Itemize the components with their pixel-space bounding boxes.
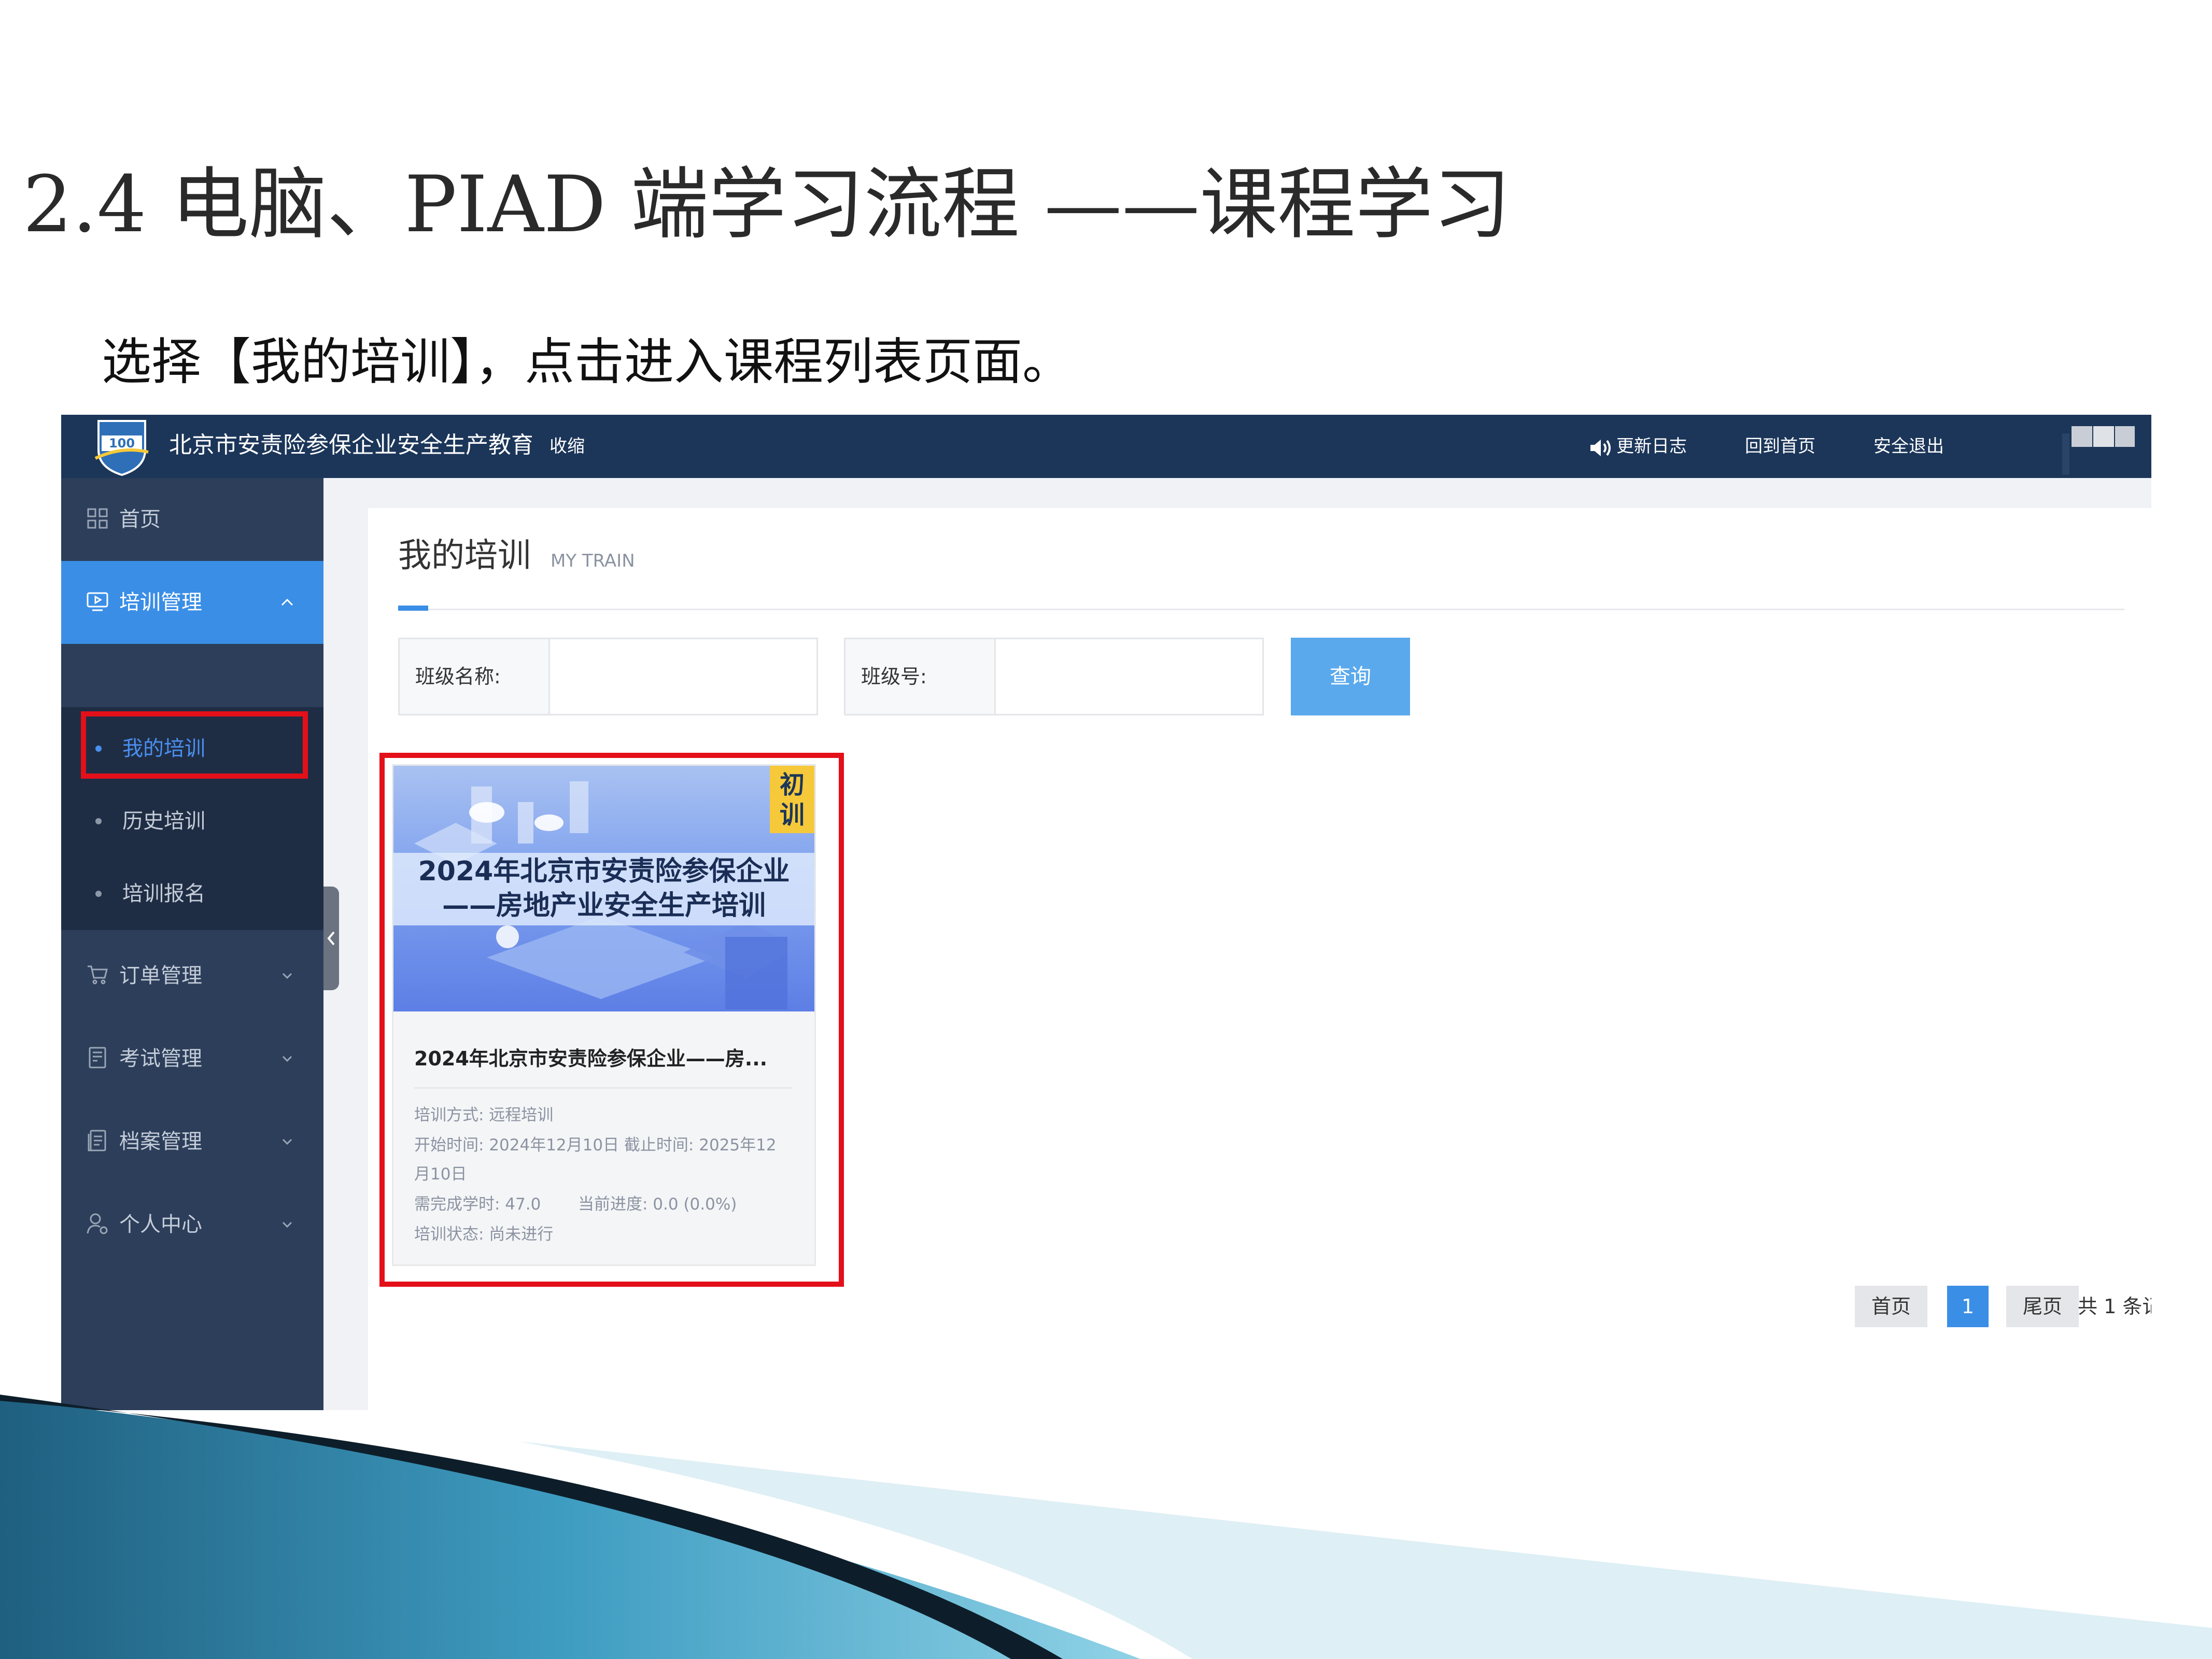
highlight-frame-my-training bbox=[81, 711, 308, 779]
query-button[interactable]: 查询 bbox=[1291, 638, 1410, 715]
sidebar-item-label: 订单管理 bbox=[119, 964, 202, 988]
exam-icon bbox=[86, 1046, 109, 1069]
pager-total: 共 1 条记录 bbox=[2078, 1295, 2151, 1318]
class-no-field: 班级号: bbox=[844, 638, 1264, 715]
class-no-input[interactable] bbox=[999, 639, 1258, 714]
pager-first-button[interactable]: 首页 bbox=[1855, 1286, 1927, 1327]
logout-link[interactable]: 安全退出 bbox=[1873, 430, 1944, 462]
class-no-label: 班级号: bbox=[846, 639, 996, 714]
monitor-play-icon bbox=[86, 590, 109, 613]
sidebar-subitem-training-signup[interactable]: 培训报名 bbox=[61, 857, 323, 930]
sidebar-item-exams[interactable]: 考试管理 bbox=[61, 1017, 323, 1100]
sidebar-item-orders[interactable]: 订单管理 bbox=[61, 934, 323, 1017]
home-link[interactable]: 回到首页 bbox=[1745, 430, 1815, 462]
bullet-dot bbox=[95, 818, 102, 824]
update-log-link[interactable]: 更新日志 bbox=[1616, 430, 1687, 462]
sidebar-subitem-label: 培训报名 bbox=[122, 882, 205, 906]
chevron-up-icon bbox=[277, 592, 298, 613]
sidebar: 首页 培训管理 我的培训 历史培训 培训报名 订单管理 考试管理 档案管理 个人… bbox=[61, 478, 323, 1410]
sidebar-item-archives[interactable]: 档案管理 bbox=[61, 1100, 323, 1183]
chevron-down-icon bbox=[277, 1131, 298, 1152]
avatar[interactable] bbox=[2062, 423, 2135, 475]
highlight-frame-course-card bbox=[379, 753, 844, 1287]
chevron-down-icon bbox=[277, 1048, 298, 1069]
page-title: 我的培训 bbox=[398, 537, 531, 575]
class-name-field: 班级名称: bbox=[398, 638, 818, 715]
sidebar-collapse-handle[interactable] bbox=[323, 887, 339, 990]
class-name-input[interactable] bbox=[553, 639, 812, 714]
app-screenshot: 100 北京市安责险参保企业安全生产教育 收缩 更新日志 回到首页 安全退出 首… bbox=[61, 415, 2151, 1410]
class-name-label: 班级名称: bbox=[400, 639, 550, 714]
pager-last-button[interactable]: 尾页 bbox=[2006, 1286, 2079, 1327]
sidebar-item-training[interactable]: 培训管理 bbox=[61, 561, 323, 644]
sidebar-item-label: 档案管理 bbox=[119, 1130, 202, 1154]
grid-icon bbox=[86, 507, 109, 530]
bullet-dot bbox=[95, 891, 102, 897]
top-bar: 100 北京市安责险参保企业安全生产教育 收缩 更新日志 回到首页 安全退出 bbox=[61, 415, 2151, 478]
speaker-icon bbox=[1588, 438, 1613, 458]
sidebar-item-label: 培训管理 bbox=[119, 591, 202, 614]
slide-title: 2.4 电脑、PIAD 端学习流程 ——课程学习 bbox=[23, 160, 1511, 250]
logo: 100 bbox=[88, 415, 156, 478]
sidebar-subitem-label: 历史培训 bbox=[122, 809, 205, 833]
sidebar-item-label: 个人中心 bbox=[119, 1213, 202, 1236]
title-accent-bar bbox=[398, 606, 428, 611]
app-title: 北京市安责险参保企业安全生产教育 bbox=[169, 432, 532, 458]
sidebar-item-label: 首页 bbox=[119, 508, 161, 531]
main-content: 我的培训 MY TRAIN 班级名称: 班级号: 查询 2024年北京市安责险参… bbox=[368, 508, 2151, 1410]
sidebar-item-home[interactable]: 首页 bbox=[61, 478, 323, 561]
chevron-down-icon bbox=[277, 965, 298, 986]
title-divider bbox=[398, 609, 2124, 610]
sidebar-item-profile[interactable]: 个人中心 bbox=[61, 1183, 323, 1266]
slide-subtitle: 选择【我的培训】，点击进入课程列表页面。 bbox=[102, 333, 1072, 391]
page-title-en: MY TRAIN bbox=[551, 551, 635, 571]
collapse-link[interactable]: 收缩 bbox=[550, 430, 585, 462]
logo-text: 100 bbox=[109, 436, 135, 451]
chevron-down-icon bbox=[277, 1214, 298, 1235]
cart-icon bbox=[86, 963, 109, 986]
sidebar-subitem-history-training[interactable]: 历史培训 bbox=[61, 785, 323, 857]
file-icon bbox=[86, 1129, 109, 1152]
pager-page-1[interactable]: 1 bbox=[1947, 1286, 1989, 1327]
user-gear-icon bbox=[86, 1212, 109, 1235]
sidebar-item-label: 考试管理 bbox=[119, 1047, 202, 1071]
